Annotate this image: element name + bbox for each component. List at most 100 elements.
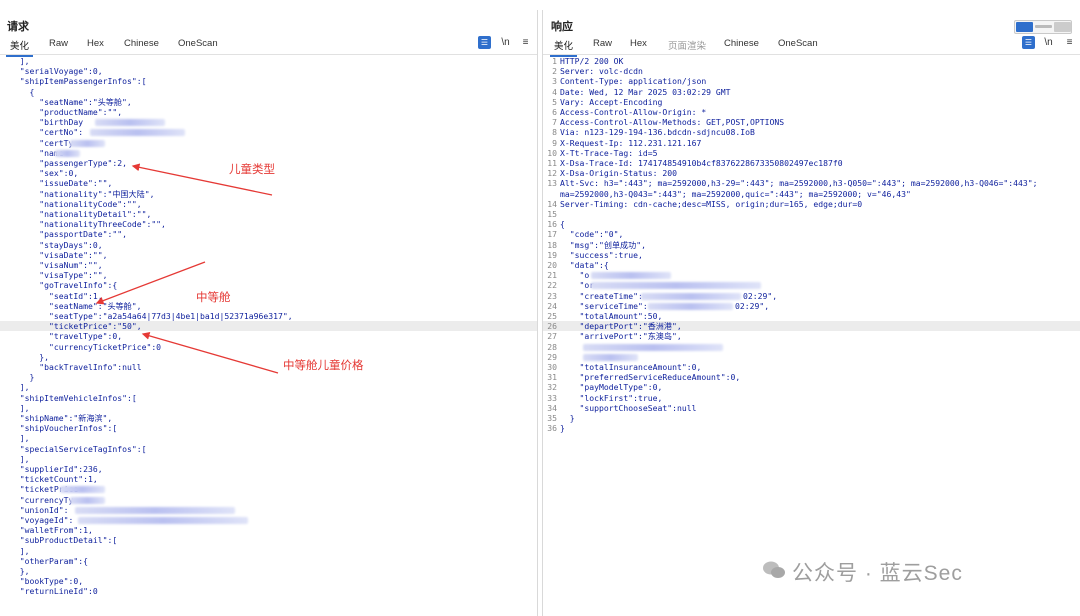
watermark: 公众号 · 蓝云Sec (792, 562, 963, 585)
line-number: 16 (547, 219, 557, 230)
request-code-text: "unionId": (10, 504, 69, 515)
line-number: 13 (547, 178, 557, 189)
request-code-line: "currencyTy (0, 495, 537, 505)
request-code-line: "nationality":"中国大陆", (0, 189, 537, 199)
line-number: 30 (547, 362, 557, 372)
request-code-line: ], (0, 454, 537, 464)
response-code-text: { (560, 219, 565, 230)
tab-beautify[interactable]: 美化 (549, 38, 578, 57)
split-horizontal-icon[interactable] (1016, 22, 1033, 32)
response-code-text: "createTime": (560, 290, 643, 301)
tab-hex[interactable]: Hex (87, 38, 104, 49)
line-number: 27 (547, 331, 557, 342)
response-code-text: "arrivePort":"东澳岛", (560, 331, 682, 342)
request-code-text: "seatId":1, (10, 290, 103, 301)
line-number: 29 (547, 351, 557, 362)
response-code-text: HTTP/2 200 OK (560, 56, 624, 66)
response-code-line: 9 X-Request-Ip: 112.231.121.167 (543, 138, 1080, 148)
tab-chinese[interactable]: Chinese (724, 38, 759, 49)
tab-render[interactable]: 页面渲染 (668, 38, 706, 52)
request-code-text: ], (10, 453, 30, 464)
wrap-icon[interactable]: ☰ (1022, 36, 1035, 49)
line-number: 18 (547, 239, 557, 250)
request-code-text: ], (10, 382, 30, 393)
request-code-line: "specialServiceTagInfos":[ (0, 444, 537, 454)
response-code-text: Access-Control-Allow-Origin: * (560, 107, 707, 117)
response-code-line: 36} (543, 423, 1080, 433)
tab-raw[interactable]: Raw (593, 38, 612, 49)
request-code-line: "goTravelInfo":{ (0, 280, 537, 290)
time-fragment: 02:29", (743, 290, 778, 301)
newline-toggle-icon[interactable]: \n (1042, 36, 1055, 49)
response-title: 响应 (551, 21, 573, 33)
menu-icon[interactable]: ≡ (1063, 36, 1076, 49)
line-number: 5 (552, 96, 557, 107)
response-body[interactable]: 1 HTTP/2 200 OK 2 Server: volc-dcdn 3 Content… (543, 56, 1080, 616)
response-code-text: X-Tt-Trace-Tag: id=5 (560, 147, 658, 158)
line-number: 26 (547, 321, 557, 332)
layout-toggle[interactable] (1014, 20, 1072, 34)
line-number: 10 (547, 147, 557, 158)
request-code-line: ], (0, 546, 537, 556)
response-code-text: "code":"0", (560, 229, 624, 240)
response-code-text: "msg":"创单成功", (560, 239, 646, 250)
tab-chinese[interactable]: Chinese (124, 38, 159, 49)
single-pane-icon[interactable] (1054, 22, 1071, 32)
response-code-text: "success":true, (560, 249, 643, 260)
line-number: 22 (547, 280, 557, 291)
response-code-line: 31 "preferredServiceReduceAmount":0, (543, 372, 1080, 382)
request-code-text: "seatName":"头等舱", (10, 96, 132, 107)
request-code-text: "ticketCount":1, (10, 474, 98, 485)
response-code-text: Via: n123-129-194-136.bdcdn-sdjncu08.IoB (560, 127, 755, 138)
request-code-line: "currencyTicketPrice":0 (0, 342, 537, 352)
menu-icon[interactable]: ≡ (519, 36, 532, 49)
response-code-line: 4 Date: Wed, 12 Mar 2025 03:02:29 GMT (543, 87, 1080, 97)
response-code-text: X-Request-Ip: 112.231.121.167 (560, 137, 702, 148)
request-code-text: { (10, 86, 35, 97)
request-code-text: }, (10, 566, 30, 576)
redacted-value (591, 282, 761, 290)
request-code-line: "ticketPrice":"50", (0, 321, 537, 332)
response-code-line: 1 HTTP/2 200 OK (543, 56, 1080, 66)
response-code-line: 3 Content-Type: application/json (543, 76, 1080, 86)
request-body[interactable]: ], "serialVoyage":0, "shipItemPassengerI… (0, 56, 537, 616)
request-code-text: "nationality":"中国大陆", (10, 188, 155, 199)
request-pane: 请求 美化 Raw Hex Chinese OneScan ☰ \n ≡ ], … (0, 10, 538, 616)
redacted-value (90, 129, 185, 137)
response-code-text: Vary: Accept-Encoding (560, 96, 663, 107)
request-code-line: "visaType":"", (0, 270, 537, 280)
response-code-text: } (560, 423, 565, 434)
redacted-value (95, 119, 165, 127)
response-code-text: "payModelType":0, (560, 382, 663, 393)
newline-toggle-icon[interactable]: \n (499, 36, 512, 49)
response-code-text: "totalAmount":50, (560, 311, 663, 321)
response-code-line: 5 Vary: Accept-Encoding (543, 97, 1080, 107)
tab-hex[interactable]: Hex (630, 38, 647, 49)
request-code-text: "subProductDetail":[ (10, 535, 118, 546)
request-code-text: "visaDate":"", (10, 249, 108, 260)
request-code-text: "certNo": (10, 127, 84, 138)
wrap-icon[interactable]: ☰ (478, 36, 491, 49)
redacted-value (60, 486, 105, 494)
request-code-line: "birthDay (0, 117, 537, 127)
request-code-text: "issueDate":"", (10, 178, 113, 189)
request-code-line: }, (0, 352, 537, 362)
request-code-line: { (0, 87, 537, 97)
tab-onescan[interactable]: OneScan (178, 38, 218, 49)
response-code-text: "or (560, 280, 595, 291)
tab-beautify[interactable]: 美化 (5, 38, 34, 57)
request-code-line: "backTravelInfo":null (0, 362, 537, 372)
tab-raw[interactable]: Raw (49, 38, 68, 49)
request-code-text: "visaType":"", (10, 270, 108, 281)
line-number: 7 (552, 117, 557, 128)
request-code-line: "visaNum":"", (0, 260, 537, 270)
request-code-text: "bookType":0, (10, 576, 84, 587)
redacted-value (70, 496, 105, 504)
redacted-value (583, 343, 723, 351)
tab-onescan[interactable]: OneScan (778, 38, 818, 49)
request-code-line: "shipItemVehicleInfos":[ (0, 393, 537, 403)
response-code-line: 10 X-Tt-Trace-Tag: id=5 (543, 148, 1080, 158)
annotation-child-price: 中等舱儿童价格 (283, 360, 364, 372)
response-code-line: 22 "or (543, 280, 1080, 290)
split-vertical-icon[interactable] (1035, 25, 1052, 28)
